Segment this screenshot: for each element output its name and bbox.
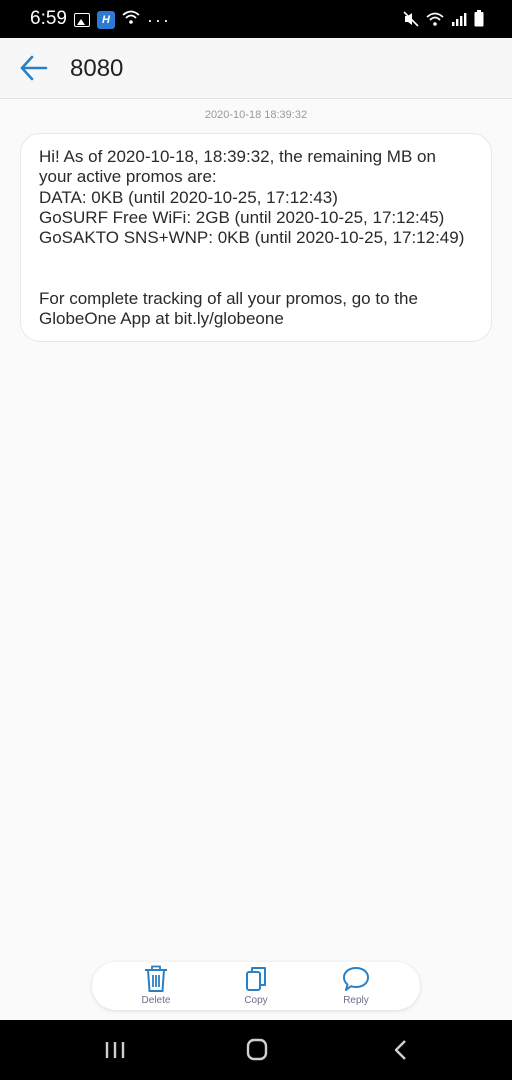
back-arrow-icon [20, 55, 48, 81]
reply-label: Reply [343, 995, 369, 1006]
nav-back-button[interactable] [380, 1036, 420, 1064]
recent-apps-button[interactable] [95, 1036, 135, 1064]
message-action-bar: Delete Copy Reply [92, 962, 420, 1010]
status-bar: 6:59 H ··· [0, 0, 512, 38]
status-icons-left: H ··· [74, 10, 171, 29]
message-line: For complete tracking of all your promos… [39, 289, 418, 309]
mute-icon [403, 10, 419, 32]
wifi-icon [122, 10, 140, 29]
delete-button[interactable]: Delete [106, 962, 206, 1010]
status-icons-right [403, 10, 484, 32]
conversation-title: 8080 [70, 55, 124, 82]
nav-back-icon [394, 1040, 406, 1060]
copy-label: Copy [244, 995, 268, 1006]
home-icon [246, 1038, 268, 1061]
speech-bubble-icon [343, 967, 369, 991]
recent-apps-icon [105, 1042, 125, 1058]
signal-icon [451, 11, 467, 32]
message-line: DATA: 0KB (until 2020-10-25, 17:12:43) [39, 187, 338, 207]
message-line: GoSAKTO SNS+WNP: 0KB (until 2020-10-25, … [39, 228, 465, 248]
image-icon [74, 12, 90, 27]
reply-button[interactable]: Reply [306, 962, 406, 1010]
app-notification-icon: H [97, 10, 115, 29]
delete-label: Delete [141, 995, 171, 1006]
more-dots-icon: ··· [147, 9, 171, 30]
back-button[interactable] [18, 54, 50, 82]
status-time: 6:59 [30, 8, 67, 29]
message-line: Hi! As of 2020-10-18, 18:39:32, the rema… [39, 147, 436, 166]
message-line: GoSURF Free WiFi: 2GB (until 2020-10-25,… [39, 207, 445, 227]
message-timestamp: 2020-10-18 18:39:32 [204, 109, 308, 121]
battery-icon [474, 10, 484, 32]
copy-icon [246, 967, 266, 991]
home-button[interactable] [237, 1036, 277, 1064]
message-bubble[interactable]: Hi! As of 2020-10-18, 18:39:32, the rema… [20, 133, 492, 342]
system-nav-bar [0, 1020, 512, 1080]
message-line: your active promos are: [39, 167, 217, 187]
copy-button[interactable]: Copy [206, 962, 306, 1010]
conversation-header: 8080 [0, 38, 512, 99]
message-line: GlobeOne App at bit.ly/globeone [39, 309, 284, 329]
trash-icon [145, 965, 167, 992]
wifi-icon [426, 12, 444, 31]
